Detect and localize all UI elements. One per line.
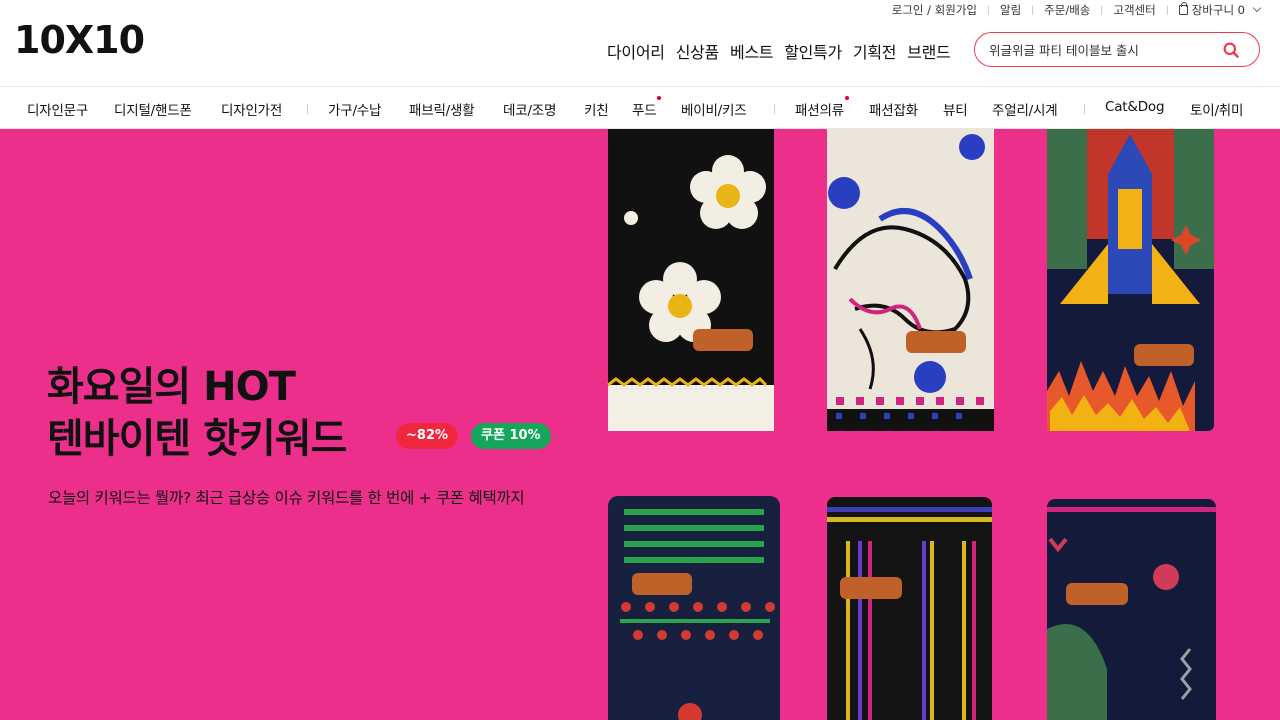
search-icon[interactable] (1223, 42, 1239, 58)
category-label: 베이비/키즈 (681, 103, 747, 119)
category-label: 주얼리/시계 (992, 103, 1058, 119)
alarm-link[interactable]: 알림 (1000, 2, 1021, 18)
category-toy-hobby[interactable]: 토이/취미 (1190, 99, 1243, 119)
category-label: 패션의류 (795, 103, 844, 119)
shopping-bag-icon (1178, 2, 1188, 15)
category-fabric[interactable]: 패브릭/생활 (409, 99, 475, 119)
category-beauty[interactable]: 뷰티 (943, 99, 968, 119)
svg-text:10X10: 10X10 (14, 18, 144, 60)
cart-label: 장바구니 0 (1191, 3, 1245, 17)
coupon-badge: 쿠폰 10% (471, 423, 551, 449)
cart-link[interactable]: 장바구니 0 (1178, 2, 1262, 18)
product-image[interactable] (1047, 499, 1216, 720)
category-label: 패션잡화 (869, 103, 918, 119)
category-digital[interactable]: 디지털/핸드폰 (114, 99, 192, 119)
hero-title-line1: 화요일의 HOT (47, 364, 296, 410)
category-bar: 디자인문구 디지털/핸드폰 디자인가전 가구/수납 패브릭/생활 데코/조명 키… (0, 86, 1280, 129)
category-label: 디자인문구 (27, 103, 89, 119)
utility-menu: 로그인 / 회원가입 알림 주문/배송 고객센터 장바구니 0 (892, 2, 1262, 18)
nav-brand[interactable]: 브랜드 (907, 39, 951, 63)
category-food[interactable]: 푸드 (632, 96, 662, 119)
category-deco[interactable]: 데코/조명 (503, 99, 556, 119)
product-image[interactable] (1047, 129, 1214, 431)
category-label: Cat&Dog (1105, 99, 1165, 115)
nav-exhibition[interactable]: 기획전 (853, 39, 897, 63)
nav-new[interactable]: 신상품 (676, 39, 720, 63)
divider (1166, 5, 1168, 15)
discount-badge: ~82% (396, 423, 459, 449)
category-cat-dog[interactable]: Cat&Dog (1105, 99, 1165, 115)
new-dot (844, 96, 849, 100)
customer-center-link[interactable]: 고객센터 (1113, 2, 1155, 18)
hero-description: 오늘의 키워드는 뭘까? 최근 급상승 이슈 키워드를 한 번에 + 쿠폰 혜택… (48, 489, 525, 507)
category-stationery[interactable]: 디자인문구 (27, 99, 88, 119)
hero-badges: ~82% 쿠폰 10% (396, 423, 551, 449)
divider (988, 5, 989, 15)
category-label: 패브릭/생활 (409, 103, 475, 119)
main-nav: 다이어리 신상품 베스트 할인특가 기획전 브랜드 (607, 39, 951, 63)
category-label: 디지털/핸드폰 (114, 103, 192, 119)
category-label: 가구/수납 (328, 103, 382, 119)
category-label: 키친 (584, 103, 609, 119)
chevron-down-icon (1252, 3, 1262, 13)
orders-link[interactable]: 주문/배송 (1044, 2, 1090, 18)
category-label: 데코/조명 (503, 103, 557, 119)
category-fashion-clothing[interactable]: 패션의류 (795, 96, 849, 119)
category-furniture[interactable]: 가구/수납 (328, 99, 381, 119)
product-image[interactable] (608, 496, 780, 720)
category-kitchen[interactable]: 키친 (584, 99, 609, 119)
site-header: 10X10 로그인 / 회원가입 알림 주문/배송 고객센터 장바구니 0 다이… (0, 0, 1280, 86)
search-input[interactable] (989, 41, 1209, 59)
hero-title-line2: 텐바이텐 핫키워드 (47, 416, 347, 462)
nav-diary[interactable]: 다이어리 (607, 39, 665, 63)
nav-sale[interactable]: 할인특가 (784, 39, 842, 63)
divider (1101, 5, 1103, 15)
category-divider (1084, 104, 1085, 114)
category-label: 토이/취미 (1190, 103, 1244, 119)
login-link[interactable]: 로그인 / 회원가입 (892, 2, 977, 18)
category-divider (774, 104, 775, 114)
new-dot (657, 96, 662, 100)
product-image[interactable] (827, 497, 992, 720)
nav-best[interactable]: 베스트 (730, 39, 774, 63)
category-label: 디자인가전 (221, 103, 283, 119)
hero-banner[interactable]: 화요일의 HOT 텐바이텐 핫키워드 ~82% 쿠폰 10% 오늘의 키워드는 … (0, 129, 1280, 720)
search-box (974, 32, 1260, 67)
category-jewelry[interactable]: 주얼리/시계 (992, 99, 1058, 119)
logo[interactable]: 10X10 (14, 18, 192, 60)
category-label: 뷰티 (943, 103, 968, 119)
category-label: 푸드 (632, 103, 657, 119)
product-image[interactable] (607, 129, 774, 431)
divider (1032, 5, 1034, 15)
category-appliance[interactable]: 디자인가전 (221, 99, 282, 119)
hero-title: 화요일의 HOT 텐바이텐 핫키워드 (47, 361, 347, 465)
product-image[interactable] (827, 129, 994, 431)
category-divider (307, 104, 308, 114)
category-baby-kids[interactable]: 베이비/키즈 (681, 99, 747, 119)
category-fashion-goods[interactable]: 패션잡화 (869, 99, 918, 119)
